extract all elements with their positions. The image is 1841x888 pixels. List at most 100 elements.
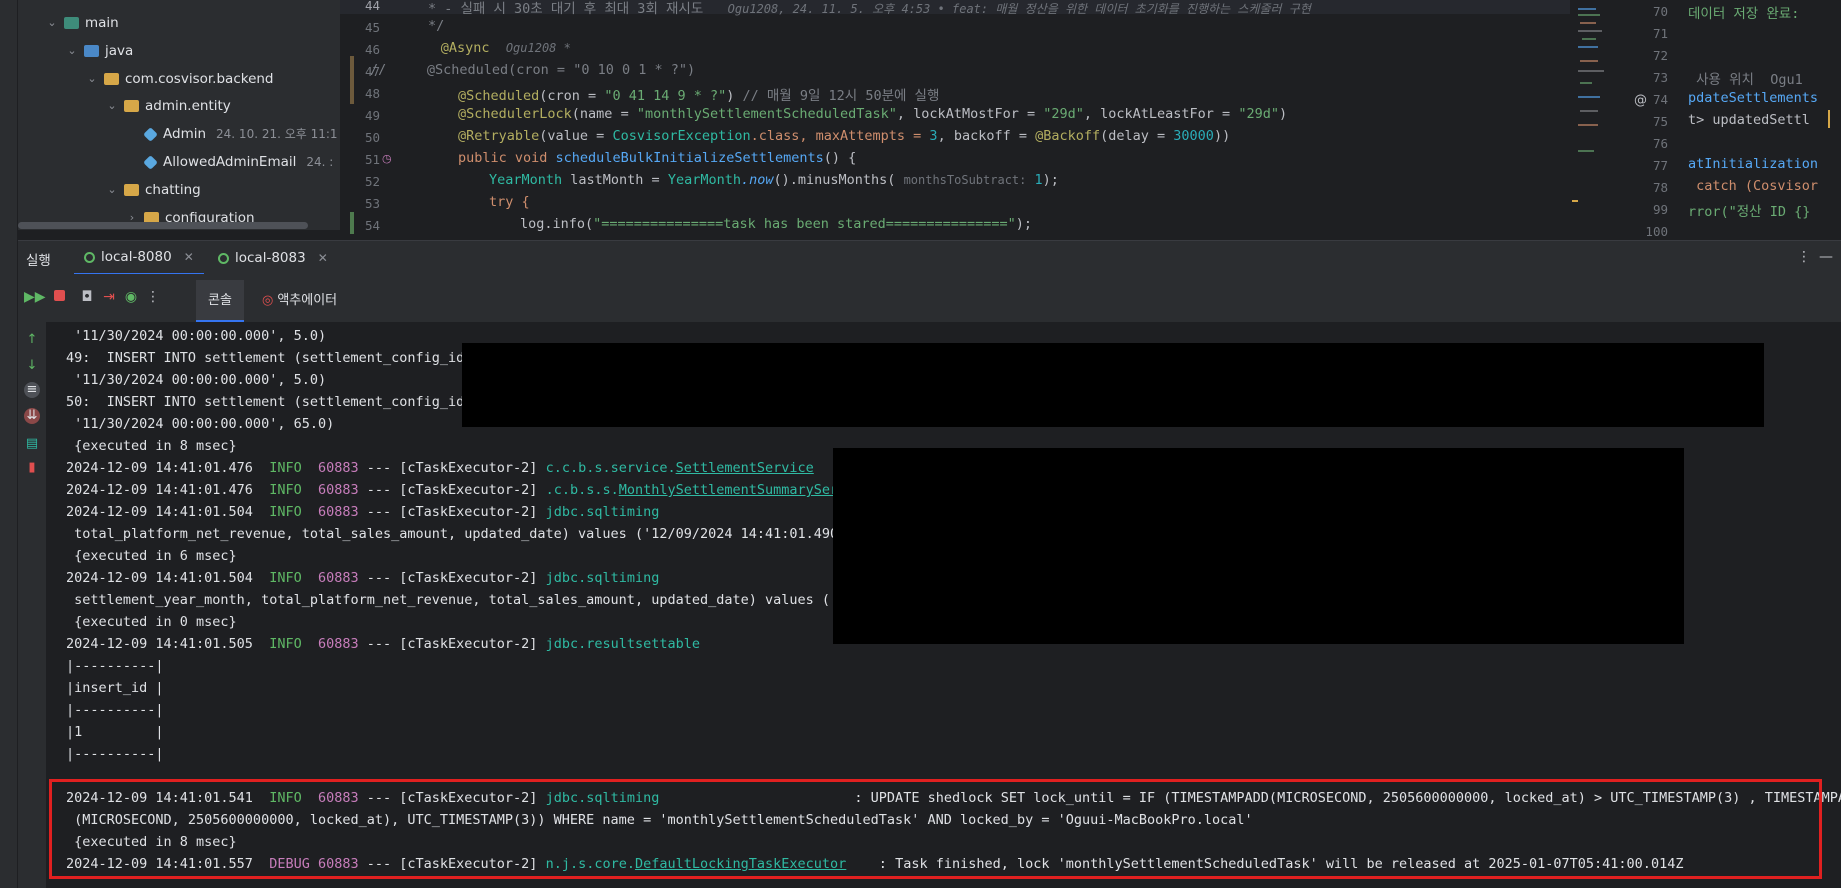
tree-item[interactable]: ⌄ chatting [106, 177, 201, 203]
vcs-modified-marker [350, 56, 354, 104]
soft-wrap-icon[interactable]: ≡ [24, 382, 40, 398]
run-config-icon [84, 251, 95, 263]
debug-icon[interactable]: ◉ [122, 288, 140, 306]
chevron-down-icon[interactable]: ⌄ [106, 93, 118, 119]
console-line: |----------| [66, 702, 164, 718]
line-number: 76 [1652, 136, 1668, 151]
run-tool-window-header: 실행 local-8080 ✕ local-8083 ✕ ⋮ — [18, 240, 1841, 275]
tree-item[interactable]: ⌄ admin.entity [106, 93, 231, 119]
line-number: 44 [364, 0, 380, 13]
line-number: 78 [1652, 180, 1668, 195]
close-icon[interactable]: ✕ [318, 241, 328, 275]
tree-item-label: java [105, 42, 134, 59]
log-pid: 60883 [317, 460, 359, 476]
console-line: {executed in 0 msec} [66, 614, 237, 630]
package-icon [104, 72, 119, 85]
log-level: INFO [269, 504, 302, 520]
secondary-code-line: 데이터 저장 완료: [1688, 6, 1808, 22]
stop-icon[interactable] [50, 288, 68, 306]
scroll-up-icon[interactable]: ↑ [24, 332, 40, 348]
code-line-52: YearMonth lastMonth = YearMonth.now().mi… [489, 172, 1059, 188]
code-editor[interactable]: 44 45 46 47 48 49 50 51 52 53 54 ◷ * - 실패 시 30초 대기 … [340, 0, 1570, 236]
console-line: |insert_id | [66, 680, 164, 696]
secondary-editor[interactable]: 70 71 72 73 74 75 76 77 78 99 100 데이터 저장 완료: 사용 위치 … [1618, 0, 1841, 236]
chevron-down-icon[interactable]: ⌄ [46, 10, 58, 36]
code-line-54: log.info("===============task has been s… [520, 216, 1033, 232]
tree-item[interactable]: AllowedAdminEmail 24. : [126, 149, 333, 175]
chevron-down-icon[interactable]: ⌄ [86, 66, 98, 92]
camera-icon[interactable]: ◘ [78, 288, 96, 306]
print-icon[interactable]: ▤ [24, 436, 40, 452]
tree-item-label: Admin [163, 126, 207, 143]
run-toolbar: ▶▶ ◘ ⇥ ◉ ⋮ 콘솔 ◎ 액추에이터 [18, 274, 1841, 322]
vcs-added-marker [350, 212, 354, 234]
console-line: '11/30/2024 00:00:00.000', 5.0) [66, 372, 327, 388]
tree-item[interactable]: ⌄ java [66, 38, 133, 64]
log-timestamp: 2024-12-09 14:41:01.476 [66, 482, 253, 498]
tab-console[interactable]: 콘솔 [196, 280, 244, 322]
console-line: |1 | [66, 724, 164, 740]
tree-item-label: admin.entity [145, 98, 231, 115]
tree-item-timestamp: 24. 10. 21. 오후 11:1 [216, 127, 338, 142]
scroll-down-icon[interactable]: ↓ [24, 358, 40, 374]
console-side-toolbar: ↑ ↓ ≡ ⇊ ▤ ▮ [18, 322, 46, 888]
log-pid: 60883 [317, 482, 359, 498]
tree-item[interactable]: Admin 24. 10. 21. 오후 11:1 [126, 121, 338, 147]
class-icon [143, 154, 158, 170]
project-tree-horizontal-scrollbar[interactable] [18, 222, 308, 229]
tab-local-8083[interactable]: local-8083 ✕ [208, 241, 338, 275]
log-level: INFO [269, 570, 302, 586]
scheduled-gutter-icon[interactable]: ◷ [382, 152, 392, 165]
chevron-down-icon[interactable]: ⌄ [66, 38, 78, 64]
log-timestamp: 2024-12-09 14:41:01.476 [66, 460, 253, 476]
secondary-code-line: pdateSettlements [1688, 90, 1819, 106]
code-line-44: * - 실패 시 30초 대기 후 최대 3회 재시도 Ogu1208, 24.… [428, 1, 1311, 17]
close-icon[interactable]: ✕ [184, 240, 194, 274]
scroll-to-end-icon[interactable]: ⇊ [24, 408, 40, 424]
redacted-region [462, 343, 1764, 427]
override-gutter-icon[interactable]: @ [1634, 93, 1647, 108]
package-icon [124, 183, 139, 196]
tab-actuator[interactable]: ◎ 액추에이터 [250, 280, 349, 322]
source-folder-icon [64, 17, 79, 29]
run-tool-title: 실행 [26, 253, 51, 269]
code-minimap[interactable] [1570, 0, 1618, 236]
chevron-down-icon[interactable]: ⌄ [106, 177, 118, 203]
code-line-47: // @Scheduled(cron = "0 10 0 1 * ?") [370, 62, 696, 78]
secondary-code-line: atInitialization [1688, 156, 1819, 172]
tree-item[interactable]: ⌄ com.cosvisor.backend [86, 66, 273, 92]
clear-trash-icon[interactable]: ▮ [24, 460, 40, 476]
rerun-icon[interactable]: ▶▶ [24, 288, 46, 306]
log-timestamp: 2024-12-09 14:41:01.504 [66, 504, 253, 520]
line-number: 53 [364, 196, 380, 211]
log-pid: 60883 [317, 636, 359, 652]
more-icon[interactable]: ⋮ [144, 288, 162, 306]
console-log-line: 2024-12-09 14:41:01.476 INFO 60883 --- [… [66, 479, 871, 501]
redacted-region [833, 448, 1684, 644]
code-line-46: @Async Ogu1208 * [440, 40, 571, 56]
tree-item[interactable]: ⌄ main [46, 10, 118, 36]
minimap-preview [1572, 8, 1604, 202]
log-logger: jdbc.resultsettable [545, 636, 700, 652]
console-line: '11/30/2024 00:00:00.000', 65.0) [66, 416, 335, 432]
class-icon [143, 126, 158, 142]
console-line: |----------| [66, 746, 164, 762]
console-log-line: 2024-12-09 14:41:01.505 INFO 60883 --- [… [66, 633, 700, 655]
log-thread: --- [cTaskExecutor-2] [358, 504, 546, 520]
log-logger-class-link: SettlementService [675, 460, 814, 476]
console-line: |----------| [66, 658, 164, 674]
log-logger: jdbc.sqltiming [545, 504, 660, 520]
log-logger: .c.b.s.s. [545, 482, 619, 498]
tree-item-label: chatting [145, 181, 201, 198]
minimize-icon[interactable]: — [1819, 249, 1833, 265]
line-number: 100 [1645, 224, 1668, 236]
tree-item-timestamp: 24. : [306, 155, 334, 169]
actuator-icon: ◎ [262, 293, 274, 308]
project-tree: ⌄ main ⌄ java ⌄ com.cosvisor.backend ⌄ admin.en… [18, 0, 340, 230]
tab-local-8080[interactable]: local-8080 ✕ [74, 241, 204, 275]
line-number: 75 [1652, 114, 1668, 129]
line-number: 52 [364, 174, 380, 189]
more-options-icon[interactable]: ⋮ [1797, 249, 1811, 265]
exit-icon[interactable]: ⇥ [100, 288, 118, 306]
code-line-45: */ [428, 18, 445, 34]
